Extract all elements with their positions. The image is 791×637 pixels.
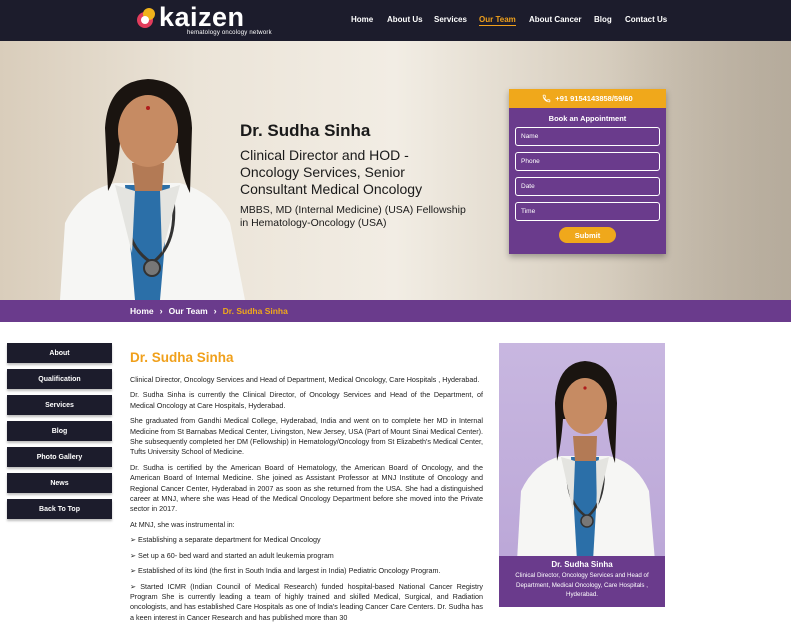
side-item-qualification[interactable]: Qualification: [7, 369, 112, 389]
phone-input[interactable]: [515, 152, 660, 171]
side-menu: About Qualification Services Blog Photo …: [7, 343, 112, 525]
name-input[interactable]: [515, 127, 660, 146]
appointment-phone-bar[interactable]: +91 9154143858/59/60: [509, 89, 666, 108]
bio-list-item: ➢ Established of its kind (the first in …: [130, 566, 441, 576]
chevron-right-icon: ›: [159, 306, 163, 316]
hero-doctor-title: Clinical Director and HOD - Oncology Ser…: [240, 147, 520, 198]
doctor-portrait-card: [517, 361, 655, 561]
bio-list-item: ➢ Started ICMR (Indian Council of Medica…: [130, 581, 483, 622]
date-input[interactable]: [515, 177, 660, 196]
bio-paragraph: Dr. Sudha Sinha is currently the Clinica…: [130, 390, 483, 410]
top-navbar: kaizen hematology oncology network Home …: [0, 0, 791, 41]
profile-card-role: Clinical Director, Oncology Services and…: [515, 572, 649, 598]
side-item-news[interactable]: News: [7, 473, 112, 493]
appointment-phone-number: +91 9154143858/59/60: [555, 94, 633, 103]
appointment-title: Book an Appointment: [548, 114, 627, 123]
appointment-form: +91 9154143858/59/60 Book an Appointment…: [509, 89, 666, 254]
nav-home[interactable]: Home: [351, 15, 373, 24]
bio-paragraph: At MNJ, she was instrumental in:: [130, 519, 235, 529]
side-item-blog[interactable]: Blog: [7, 421, 112, 441]
profile-card-caption: Dr. Sudha Sinha Clinical Director, Oncol…: [499, 556, 665, 607]
main-nav: Home About Us Services Our Team About Ca…: [0, 15, 791, 27]
hero-banner: Dr. Sudha Sinha Clinical Director and HO…: [0, 41, 791, 300]
bio-list-item: ➢ Set up a 60- bed ward and started an a…: [130, 550, 334, 560]
phone-icon: [543, 94, 551, 103]
nav-contact-us[interactable]: Contact Us: [625, 15, 667, 24]
profile-content: Dr. Sudha Sinha Clinical Director, Oncol…: [130, 350, 483, 628]
breadcrumb-home[interactable]: Home: [130, 306, 154, 316]
hero-title-line: Oncology Services, Senior: [240, 164, 405, 180]
brand-tagline: hematology oncology network: [187, 30, 272, 36]
hero-quals-line: MBBS, MD (Internal Medicine) (USA) Fello…: [240, 204, 466, 216]
profile-card-name: Dr. Sudha Sinha: [551, 560, 613, 569]
side-item-back-to-top[interactable]: Back To Top: [7, 499, 112, 519]
nav-about-us[interactable]: About Us: [387, 15, 423, 24]
bio-paragraph: She graduated from Gandhi Medical Colleg…: [130, 416, 483, 457]
hero-title-line: Consultant Medical Oncology: [240, 181, 423, 197]
hero-text-block: Dr. Sudha Sinha Clinical Director and HO…: [240, 121, 520, 230]
nav-services[interactable]: Services: [434, 15, 467, 24]
side-item-services[interactable]: Services: [7, 395, 112, 415]
submit-button[interactable]: Submit: [559, 227, 616, 243]
hero-title-line: Clinical Director and HOD -: [240, 147, 409, 163]
side-item-about[interactable]: About: [7, 343, 112, 363]
chevron-right-icon: ›: [213, 306, 217, 316]
nav-our-team[interactable]: Our Team: [479, 15, 516, 26]
side-item-photo-gallery[interactable]: Photo Gallery: [7, 447, 112, 467]
hero-qualifications: MBBS, MD (Internal Medicine) (USA) Fello…: [240, 204, 520, 230]
breadcrumb-our-team[interactable]: Our Team: [169, 306, 208, 316]
nav-about-cancer[interactable]: About Cancer: [529, 15, 581, 24]
doctor-portrait-hero: [60, 79, 245, 300]
profile-card: Dr. Sudha Sinha Clinical Director, Oncol…: [499, 343, 665, 607]
page-title: Dr. Sudha Sinha: [130, 350, 234, 365]
breadcrumb: Home › Our Team › Dr. Sudha Sinha: [0, 300, 791, 322]
time-input[interactable]: [515, 202, 660, 221]
bio-list-item: ➢ Establishing a separate department for…: [130, 535, 321, 545]
hero-quals-line: in Hematology-Oncology (USA): [240, 217, 387, 229]
bio-paragraph: Dr. Sudha is certified by the American B…: [130, 462, 483, 514]
nav-blog[interactable]: Blog: [594, 15, 612, 24]
breadcrumb-current: Dr. Sudha Sinha: [222, 306, 288, 316]
hero-doctor-name: Dr. Sudha Sinha: [240, 121, 371, 140]
bio-paragraph: Clinical Director, Oncology Services and…: [130, 375, 480, 384]
